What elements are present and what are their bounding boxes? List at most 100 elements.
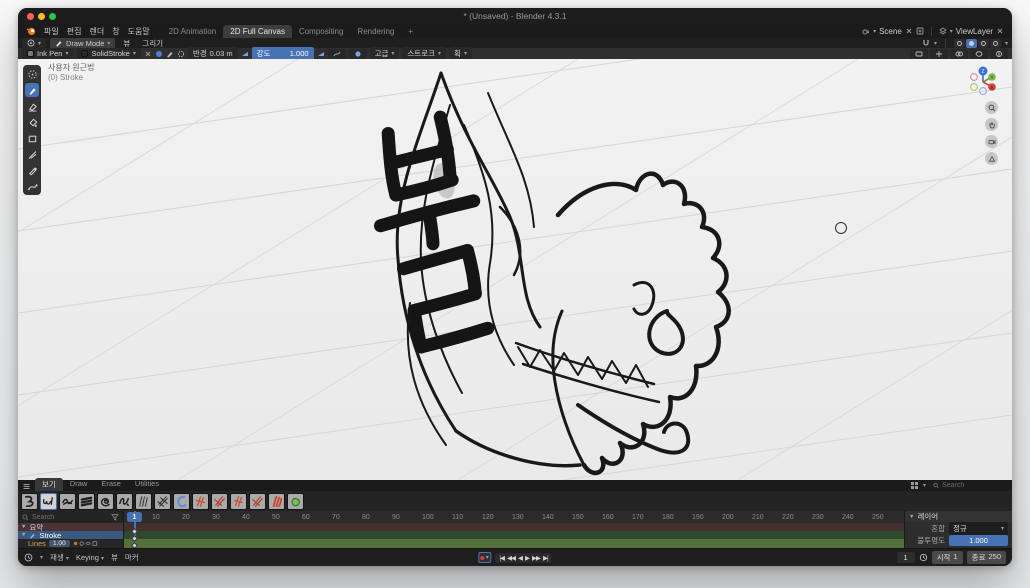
eyedropper-tool[interactable] [25,163,39,177]
start-frame-field[interactable]: 시작1 [932,551,963,564]
transport-button[interactable]: ▶▶ [532,554,540,562]
channel-toggle-icons[interactable] [73,540,99,547]
frame-ruler[interactable]: 1020304050607080901001101201301401501601… [124,511,1012,523]
timeline-editor-icon[interactable] [24,553,33,562]
transport-button[interactable]: ▶| [543,554,548,562]
transport-button[interactable]: ▶ [525,554,529,562]
tweak-tool[interactable] [25,67,39,81]
view-menu[interactable]: 뷰 [111,552,118,563]
shading-dropdown-caret[interactable]: ▾ [1005,40,1008,47]
3d-viewport[interactable]: 사용자 원근법 (0) Stroke [18,59,1012,480]
brush-scribble[interactable] [59,493,76,510]
brush-hatch-red-1[interactable] [192,493,209,510]
playback-menu[interactable]: 재생 ▾ [50,552,69,563]
radius-pressure-icon[interactable] [241,50,249,58]
blend-mode-dropdown[interactable]: 정규 ▾ [949,522,1008,535]
menu-render[interactable]: 렌더 [85,26,108,37]
workspace-tab[interactable]: Rendering [350,25,401,38]
channel-stroke[interactable]: ▼ Stroke [18,531,123,539]
brush-marker[interactable] [78,493,95,510]
menu-draw[interactable]: 그리기 [138,38,167,49]
transport-button[interactable]: ◀ [518,554,522,562]
menu-edit[interactable]: 편집 [63,26,86,37]
brush-curve-blue[interactable] [173,493,190,510]
brush-zigzag[interactable] [21,493,38,510]
use-preview-range-icon[interactable] [919,553,928,562]
filter-icon[interactable] [111,513,119,521]
workspace-tab[interactable]: + [401,25,420,38]
brush-strokes-red[interactable] [268,493,285,510]
viewlayer-dropdown-caret[interactable]: ▾ [950,28,953,35]
brush-squiggle[interactable] [116,493,133,510]
toggle-projection-button[interactable] [985,152,998,165]
toggle-d-button[interactable] [328,49,346,59]
brush-blob-green[interactable] [287,493,304,510]
menu-window[interactable]: 창 [108,26,123,37]
pin-material-icon[interactable] [155,50,163,58]
brush-crosshatch[interactable] [154,493,171,510]
keying-menu[interactable]: Keying ▾ [76,553,104,562]
brush-hatch-thin[interactable] [135,493,152,510]
shading-rendered-button[interactable] [990,39,1001,48]
menu-view[interactable]: 뷰 [119,38,134,49]
editor-caret[interactable]: ▾ [40,554,43,561]
keyframe-tracks[interactable] [124,523,1012,548]
unlink-scene-icon[interactable] [905,27,913,35]
strength-pressure-icon[interactable] [317,50,325,58]
shelf-tab[interactable]: Erase [94,478,128,491]
end-frame-field[interactable]: 종료250 [967,551,1006,564]
navigation-gizmo[interactable]: Z Y X [966,65,1000,99]
minimize-window-button[interactable] [38,13,45,20]
texture-box-tool[interactable] [25,131,39,145]
cutter-tool[interactable] [25,147,39,161]
material-selector[interactable]: SolidStroke ▾ [76,48,140,59]
pan-button[interactable] [985,118,998,131]
brush-hatch-red-2[interactable] [211,493,228,510]
interpolate-tool[interactable] [25,179,39,193]
shading-options-button[interactable] [990,49,1008,59]
marker-menu[interactable]: 마커 [125,552,139,563]
shelf-tab[interactable]: Draw [63,478,95,491]
xray-toggle-button[interactable] [970,49,988,59]
opacity-slider[interactable]: 1.000 [949,535,1008,546]
brush-hatch-red-3[interactable] [230,493,247,510]
close-window-button[interactable] [27,13,34,20]
menu-help[interactable]: 도움말 [124,26,154,37]
zoom-button[interactable] [985,101,998,114]
shading-wireframe-button[interactable] [954,39,965,48]
remove-viewlayer-icon[interactable] [996,27,1004,35]
new-scene-icon[interactable] [916,27,924,35]
scene-dropdown-caret[interactable]: ▾ [873,28,876,35]
display-mode-caret[interactable]: ▾ [923,482,926,489]
workspace-tab[interactable]: Compositing [292,25,350,38]
display-mode-icon[interactable] [910,481,919,490]
overlays-toggle-button[interactable] [950,49,968,59]
snap-dropdown-caret[interactable]: ▾ [934,40,937,47]
channel-summary[interactable]: ▼요약 [18,523,123,531]
shelf-search[interactable] [930,481,1008,490]
scene-name[interactable]: Scene [879,27,902,36]
zoom-window-button[interactable] [49,13,56,20]
vertex-color-icon[interactable] [166,50,174,58]
brush-ink-pen[interactable] [40,493,57,510]
workspace-tab[interactable]: 2D Animation [162,25,224,38]
gizmo-toggle-button[interactable] [930,49,948,59]
visibility-toggle-button[interactable] [910,49,928,59]
editor-type-button[interactable]: ▾ [22,38,46,48]
fill-tool[interactable] [25,115,39,129]
toggle-e-button[interactable] [349,49,367,59]
shading-material-button[interactable] [978,39,989,48]
transport-button[interactable]: ◀◀ [507,554,515,562]
camera-view-button[interactable] [985,135,998,148]
hamburger-menu-icon[interactable] [22,482,31,491]
layer-panel-title[interactable]: 레이어 [917,511,938,522]
unlink-material-icon[interactable] [144,50,152,58]
lines-opacity-value[interactable]: 1.00 [49,540,70,547]
brush-spiral[interactable] [97,493,114,510]
draw-tool[interactable] [25,83,39,97]
mode-selector[interactable]: Draw Mode ▾ [50,38,115,49]
brush-selector[interactable]: Ink Pen ▾ [22,48,73,59]
auto-keying-button[interactable]: ▾ [478,552,491,563]
shelf-search-input[interactable] [942,482,1005,489]
brush-hatch-red-4[interactable] [249,493,266,510]
